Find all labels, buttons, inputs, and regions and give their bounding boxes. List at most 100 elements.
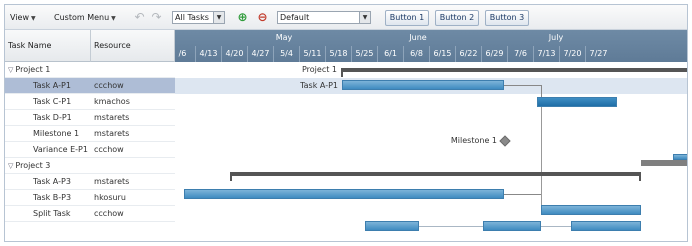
week-tick: 7/13: [533, 46, 559, 62]
table-row[interactable]: Milestone 1 mstarets: [5, 126, 175, 142]
week-tick: 6/1: [377, 46, 403, 62]
table-row[interactable]: Variance E-P1 ccchow: [5, 142, 175, 158]
zoom-in-icon[interactable]: ⊕: [235, 10, 250, 25]
resource-header[interactable]: Resource: [91, 30, 175, 62]
task-c-p1-bar[interactable]: [537, 97, 617, 107]
view-menu[interactable]: View ▼: [10, 11, 36, 24]
dependency-line: [541, 85, 542, 97]
split-task-bar-segment[interactable]: [365, 221, 419, 231]
resource-cell: mstarets: [94, 113, 130, 122]
summary-end-marker: [639, 172, 641, 181]
week-tick: 4/13: [195, 46, 221, 62]
chevron-down-icon: ▼: [111, 15, 116, 22]
resource-cell: mstarets: [94, 177, 130, 186]
task-name-cell: Task A-P3: [33, 177, 71, 186]
variance-e-p1-bar-segment[interactable]: [673, 154, 687, 160]
week-tick: 5/4: [273, 46, 299, 62]
scale-select[interactable]: Default ▼: [277, 11, 371, 24]
task-name-cell: ▽ Project 3: [8, 158, 50, 174]
timeline-header: May June July /6 4/13 4/20 4/27 5/4 5/11…: [175, 30, 687, 62]
custom-menu[interactable]: Custom Menu ▼: [54, 11, 116, 24]
split-task-bar-segment[interactable]: [483, 221, 541, 231]
task-name-cell: Milestone 1: [33, 129, 80, 138]
month-label: July: [548, 33, 564, 42]
table-row[interactable]: Task B-P3 hkosuru: [5, 190, 175, 206]
button-2[interactable]: Button 2: [435, 10, 479, 26]
task-a-p3-bar[interactable]: [184, 189, 504, 199]
chevron-down-icon: ▼: [359, 12, 370, 23]
resource-cell: kmachos: [94, 97, 130, 106]
project-3-summary-bar[interactable]: [230, 172, 640, 176]
week-tick: 5/11: [299, 46, 325, 62]
resource-cell: hkosuru: [94, 193, 126, 202]
undo-icon[interactable]: ↶: [132, 10, 147, 25]
table-row[interactable]: Task A-P1 ccchow: [5, 78, 175, 94]
variance-e-p1-bar[interactable]: [641, 160, 687, 166]
week-tick: 6/15: [429, 46, 455, 62]
resource-cell: mstarets: [94, 129, 130, 138]
milestone-1-label: Milestone 1: [450, 136, 497, 145]
table-row[interactable]: ▽ Project 3: [5, 158, 175, 174]
button-3[interactable]: Button 3: [485, 10, 529, 26]
task-name-text: Project 3: [15, 161, 51, 170]
task-filter-select[interactable]: All Tasks ▼: [172, 11, 225, 24]
month-label: May: [275, 33, 293, 42]
week-tick: 4/27: [247, 46, 273, 62]
task-name-cell: Task B-P3: [33, 193, 72, 202]
project-1-summary-bar[interactable]: [342, 68, 687, 72]
table-row[interactable]: Split Task ccchow: [5, 206, 175, 222]
task-name-cell: Task A-P1: [33, 81, 71, 90]
chevron-down-icon: ▼: [213, 12, 224, 23]
timeline-area[interactable]: May June July /6 4/13 4/20 4/27 5/4 5/11…: [175, 30, 687, 241]
resource-cell: ccchow: [94, 209, 124, 218]
task-name-cell: Variance E-P1: [33, 145, 88, 154]
toolbar: View ▼ Custom Menu ▼ ↶ ↷ All Tasks ▼ ⊕ ⊖ D…: [5, 5, 687, 30]
chevron-down-icon: ▼: [30, 15, 36, 22]
collapse-icon[interactable]: ▽: [8, 162, 13, 170]
dependency-line: [504, 85, 542, 86]
collapse-icon[interactable]: ▽: [8, 66, 13, 74]
week-tick: 7/27: [585, 46, 611, 62]
week-tick: 4/20: [221, 46, 247, 62]
task-name-cell: ▽ Project 1: [8, 62, 50, 78]
split-connector-line: [541, 226, 571, 227]
task-name-cell: Task D-P1: [33, 113, 72, 122]
dependency-line: [504, 194, 541, 195]
week-tick: 7/6: [507, 46, 533, 62]
week-tick: 5/18: [325, 46, 351, 62]
summary-end-marker: [341, 68, 343, 77]
month-label: June: [409, 33, 427, 42]
resource-cell: ccchow: [94, 81, 124, 90]
split-connector-line: [419, 226, 483, 227]
week-tick: 5/25: [351, 46, 377, 62]
summary-end-marker: [230, 172, 232, 181]
gantt-chart: View ▼ Custom Menu ▼ ↶ ↷ All Tasks ▼ ⊕ ⊖ D…: [4, 4, 688, 242]
split-task-bar-segment[interactable]: [571, 221, 641, 231]
task-filter-value: All Tasks: [175, 13, 209, 22]
view-menu-label: View: [10, 13, 29, 22]
task-a-p1-label: Task A-P1: [300, 81, 338, 90]
task-name-cell: Task C-P1: [33, 97, 72, 106]
custom-menu-label: Custom Menu: [54, 13, 110, 22]
zoom-out-icon[interactable]: ⊖: [255, 10, 270, 25]
redo-icon[interactable]: ↷: [149, 10, 164, 25]
task-b-p3-bar[interactable]: [541, 205, 641, 215]
project-1-label: Project 1: [301, 65, 337, 74]
week-tick: 6/22: [455, 46, 481, 62]
week-tick: /6: [175, 46, 195, 62]
task-name-cell: Split Task: [33, 209, 71, 218]
table-row[interactable]: Task A-P3 mstarets: [5, 174, 175, 190]
scale-value: Default: [280, 13, 310, 22]
button-1[interactable]: Button 1: [385, 10, 429, 26]
table-row[interactable]: Task C-P1 kmachos: [5, 94, 175, 110]
task-name-header[interactable]: Task Name: [5, 30, 91, 62]
table-row[interactable]: ▽ Project 1: [5, 62, 175, 78]
task-a-p1-bar[interactable]: [342, 80, 504, 90]
dependency-line: [541, 107, 542, 208]
week-tick: 7/20: [559, 46, 585, 62]
resource-cell: ccchow: [94, 145, 124, 154]
table-row[interactable]: Task D-P1 mstarets: [5, 110, 175, 126]
milestone-1-marker[interactable]: [499, 135, 511, 147]
week-tick: 6/29: [481, 46, 507, 62]
week-tick: 6/8: [403, 46, 429, 62]
